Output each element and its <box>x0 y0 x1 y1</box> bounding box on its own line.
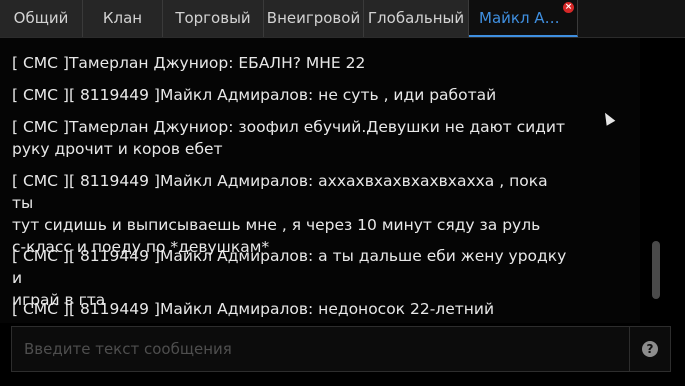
message-input[interactable] <box>12 327 629 371</box>
chat-message: [ СМС ][ 8119449 ]Майкл Адмиралов: не су… <box>12 86 497 104</box>
tabs-filler <box>578 0 685 37</box>
scrollbar-thumb[interactable] <box>652 241 660 299</box>
chat-scrollbar[interactable] <box>649 38 663 323</box>
tab-clan[interactable]: Клан <box>83 0 163 37</box>
tab-offgame[interactable]: Внеигровой <box>264 0 364 37</box>
chat-message: [ СМС ]Тамерлан Джуниор: зоофил ебучий.Д… <box>12 118 565 158</box>
chat-tabs: Общий Клан Торговый Внеигровой Глобальны… <box>0 0 685 38</box>
help-button[interactable]: ? <box>629 327 670 371</box>
chat-log: [ СМС ]Тамерлан Джуниор: ЕБАЛН? МНЕ 22 [… <box>0 38 640 323</box>
close-icon[interactable]: × <box>563 2 574 13</box>
message-input-bar: ? <box>11 326 671 372</box>
chat-message: [ СМС ]Тамерлан Джуниор: ЕБАЛН? МНЕ 22 <box>12 54 366 72</box>
help-icon: ? <box>642 341 658 357</box>
tab-general[interactable]: Общий <box>0 0 83 37</box>
tab-private-chat-label: Майкл Ад... <box>479 9 570 27</box>
chat-message: [ СМС ][ 8119449 ]Майкл Адмиралов: недон… <box>12 300 495 318</box>
tab-global[interactable]: Глобальный <box>364 0 469 37</box>
tab-private-chat[interactable]: Майкл Ад... × <box>469 0 578 37</box>
tab-trade[interactable]: Торговый <box>163 0 264 37</box>
